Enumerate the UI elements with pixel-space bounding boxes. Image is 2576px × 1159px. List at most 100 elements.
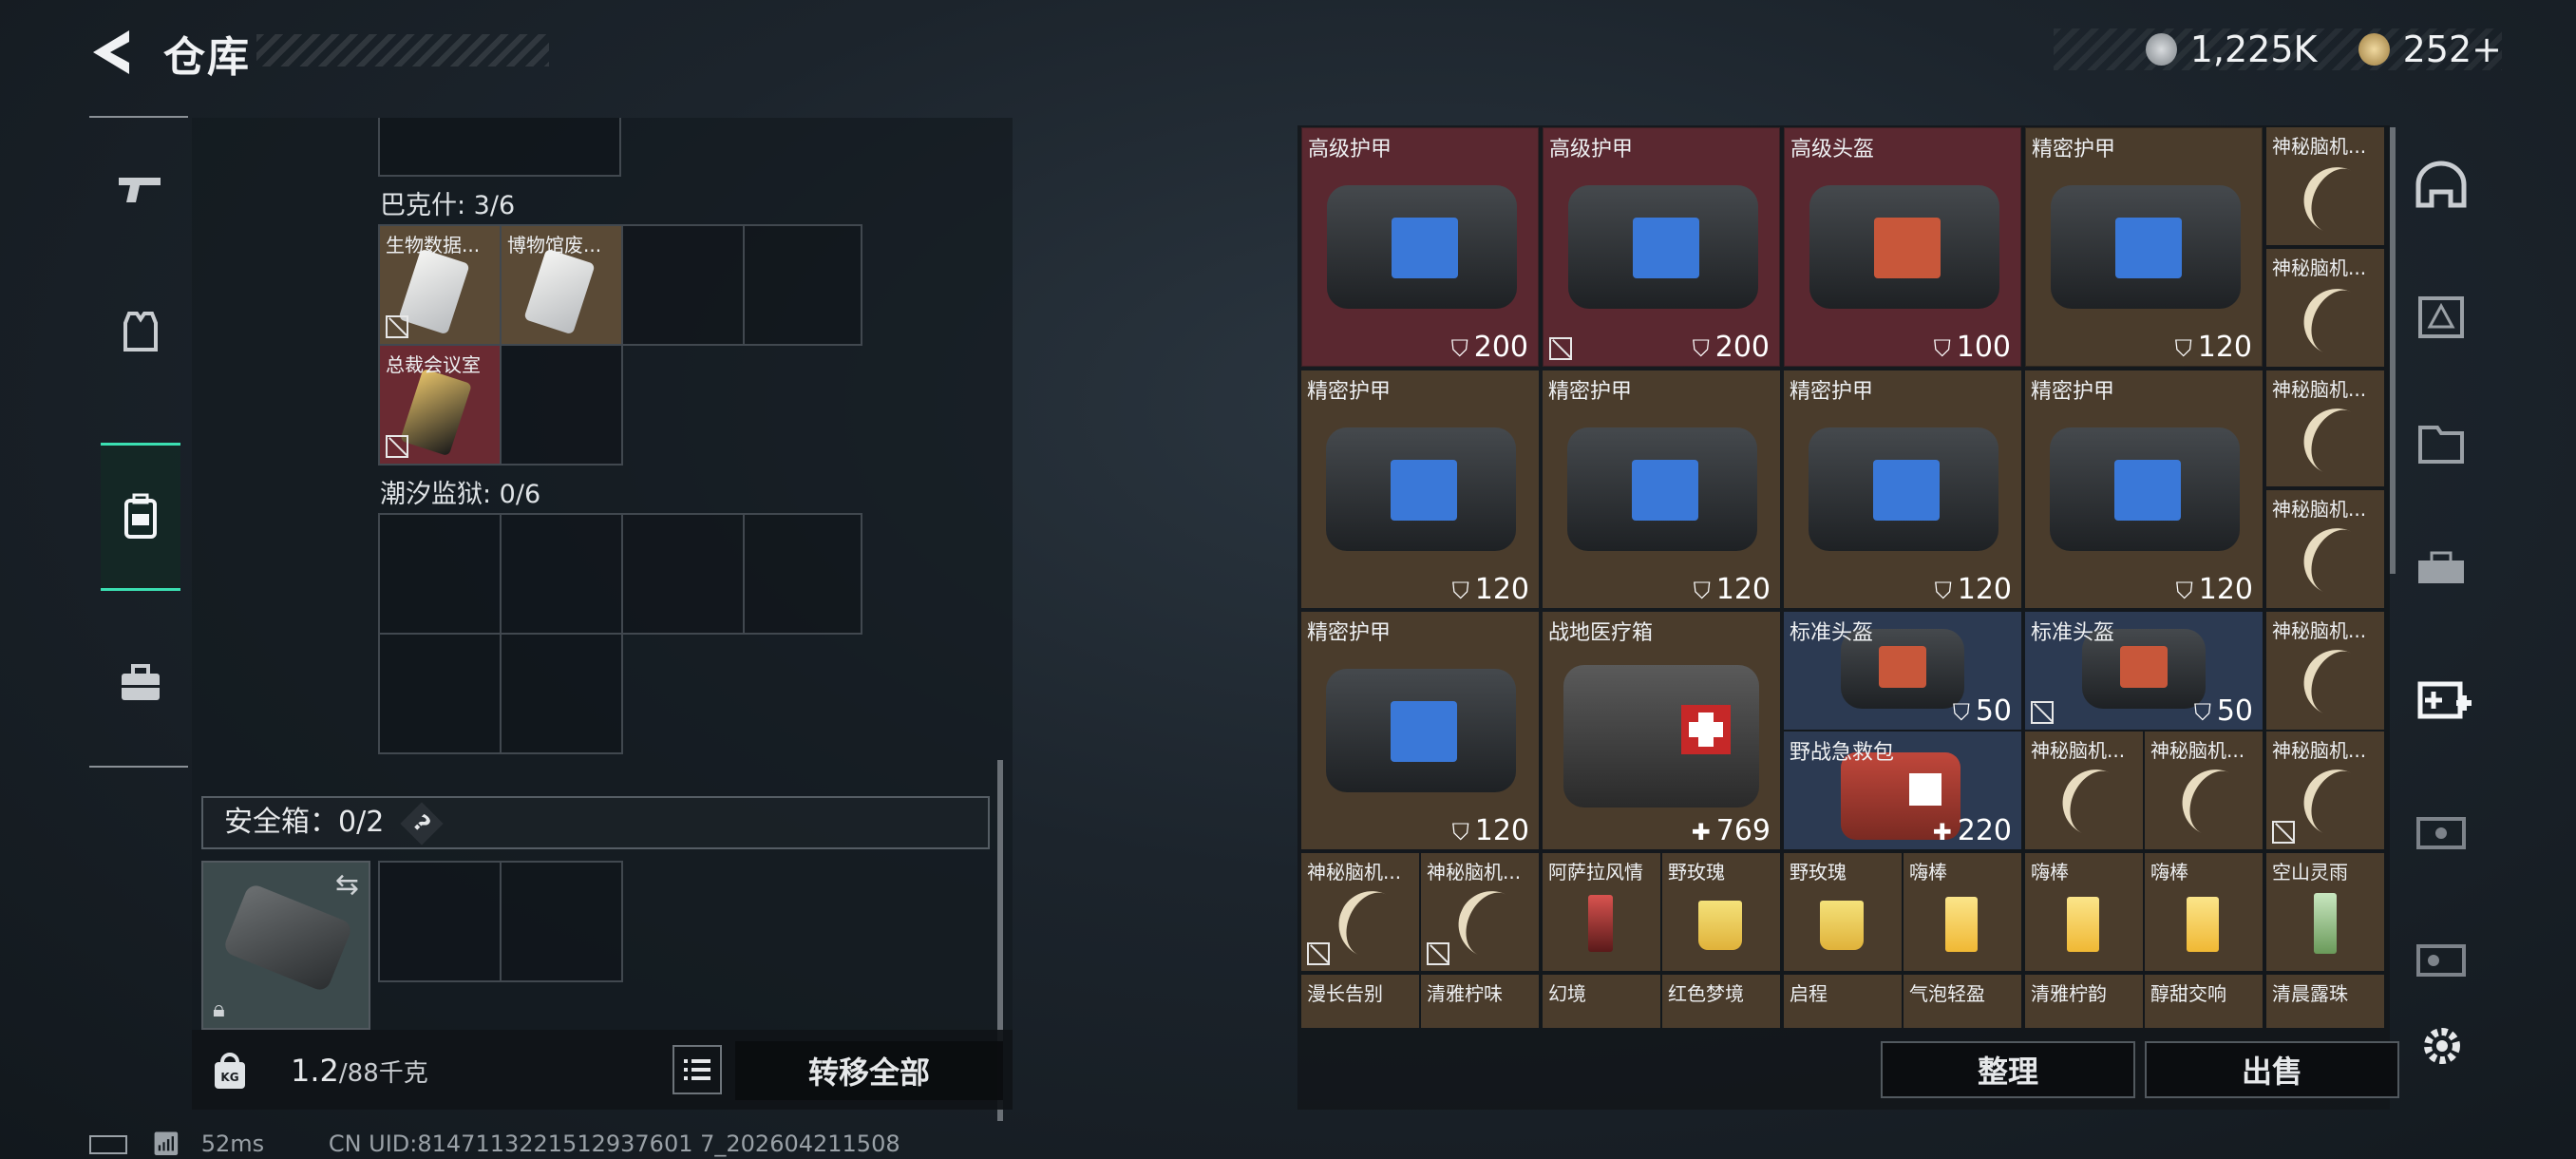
inventory-item[interactable]: 神秘脑机... xyxy=(2266,370,2384,486)
inventory-item[interactable]: 神秘脑机... xyxy=(1301,853,1419,971)
inventory-item[interactable]: 精密护甲 ⛉ 120 xyxy=(2025,370,2263,608)
inventory-item[interactable]: 生物数据... xyxy=(380,226,500,344)
status-bar: 📶︎ 52ms CN UID:8147113221512937601 7_202… xyxy=(89,1130,900,1157)
safebox-icon xyxy=(221,882,354,994)
sell-button[interactable]: 出售 xyxy=(2145,1041,2399,1098)
gold-coin-icon xyxy=(2358,33,2390,66)
help-icon[interactable]: ? xyxy=(400,802,444,846)
no-trade-icon xyxy=(1307,942,1330,965)
inventory-item[interactable]: 红色梦境 xyxy=(1662,975,1780,1028)
inventory-item[interactable]: 神秘脑机... xyxy=(2266,490,2384,608)
inventory-item[interactable]: 博物馆废... xyxy=(502,226,621,344)
tab-case[interactable] xyxy=(101,612,180,754)
inventory-item[interactable]: 神秘脑机... xyxy=(2266,732,2384,849)
inventory-item[interactable]: 标准头盔 ⛉ 50 xyxy=(1784,612,2021,730)
safebox-container[interactable]: ⇆ 🔒︎ xyxy=(201,861,370,1030)
inventory-item[interactable]: 清雅柠味 xyxy=(1421,975,1539,1028)
inventory-item[interactable]: 幻境 xyxy=(1543,975,1660,1028)
inventory-item[interactable]: 标准头盔 ⛉ 50 xyxy=(2025,612,2263,730)
inventory-item[interactable]: 神秘脑机... xyxy=(2145,732,2263,849)
medkit-icon xyxy=(2417,681,2472,719)
inventory-item[interactable]: 野玫瑰 xyxy=(1784,853,1902,971)
tab-weapons[interactable] xyxy=(101,118,180,260)
grid-cell[interactable] xyxy=(378,118,621,177)
item-name: 标准头盔 xyxy=(1790,621,1874,645)
back-arrow-icon[interactable] xyxy=(87,27,135,78)
tab-tier-4-folder[interactable] xyxy=(2413,414,2470,471)
gold-amount[interactable]: 252+ xyxy=(2403,28,2502,70)
no-trade-icon xyxy=(2031,701,2054,724)
item-name: 神秘脑机... xyxy=(2272,378,2367,401)
settings-button[interactable] xyxy=(2418,1022,2466,1070)
inventory-item[interactable]: 神秘脑机... xyxy=(1421,853,1539,971)
tab-tier-4-tickets[interactable] xyxy=(2413,804,2470,861)
tab-backpack[interactable] xyxy=(101,443,180,591)
durability-value: ⛉ 120 xyxy=(2174,331,2252,364)
grid-cell[interactable] xyxy=(500,344,623,466)
grid-cell[interactable] xyxy=(378,861,502,982)
tab-tier-4-medical[interactable] xyxy=(2413,669,2473,730)
grid-cell[interactable] xyxy=(378,633,502,754)
inventory-item[interactable]: 精密护甲 ⛉ 120 xyxy=(1301,612,1539,849)
inventory-item[interactable]: 嗨棒 xyxy=(1904,853,2021,971)
durability-value: ⛉ 50 xyxy=(1952,694,2012,728)
first-aid-kit-icon xyxy=(1563,665,1759,808)
inventory-item[interactable]: 高级护甲 ⛉ 200 xyxy=(1301,127,1539,367)
list-view-button[interactable] xyxy=(672,1045,722,1094)
grid-cell[interactable] xyxy=(621,513,745,635)
brain-chip-icon xyxy=(2052,758,2131,844)
no-trade-icon xyxy=(386,315,408,338)
inventory-item[interactable]: 精密护甲 ⛉ 120 xyxy=(1784,370,2021,608)
keycard-icon xyxy=(398,248,470,335)
inventory-item[interactable]: 清雅柠韵 xyxy=(2025,975,2143,1028)
inventory-item[interactable]: 精密护甲 ⛉ 120 xyxy=(1543,370,1780,608)
inventory-item[interactable]: 神秘脑机... xyxy=(2025,732,2143,849)
durability-value: ⛉ 120 xyxy=(2175,573,2253,606)
inventory-item[interactable]: 战地医疗箱 ✚ 769 xyxy=(1543,612,1780,849)
inventory-item[interactable]: 阿萨拉风情 xyxy=(1543,853,1660,971)
grid-cell[interactable] xyxy=(743,513,862,635)
inventory-item[interactable]: 醇甜交响 xyxy=(2145,975,2263,1028)
inventory-item[interactable]: 清晨露珠 xyxy=(2266,975,2384,1028)
helmet-icon xyxy=(2415,161,2467,208)
inventory-item[interactable]: 高级护甲 ⛉ 200 xyxy=(1543,127,1780,367)
inventory-item[interactable]: 神秘脑机... xyxy=(2266,249,2384,367)
inventory-item[interactable]: 总裁会议室 xyxy=(380,346,500,464)
inventory-item[interactable]: 精密护甲 ⛉ 120 xyxy=(2025,127,2263,367)
tab-tier-3-tools[interactable] xyxy=(2413,542,2470,598)
tab-tier-4-keys[interactable] xyxy=(2413,931,2470,988)
inventory-item[interactable]: 启程 xyxy=(1784,975,1902,1028)
item-name: 总裁会议室 xyxy=(386,353,481,376)
inventory-item[interactable]: 嗨棒 xyxy=(2025,853,2143,971)
keycard-icon xyxy=(523,248,596,335)
sort-button[interactable]: 整理 xyxy=(1881,1041,2135,1098)
swap-icon[interactable]: ⇆ xyxy=(335,868,359,902)
grid-cell[interactable] xyxy=(500,513,623,635)
cocktail-icon xyxy=(2187,897,2219,952)
inventory-item[interactable]: 气泡轻盈 xyxy=(1904,975,2021,1028)
heal-value: ✚ 769 xyxy=(1691,814,1771,847)
inventory-item[interactable]: 高级头盔 ⛉ 100 xyxy=(1784,127,2021,367)
grid-cell[interactable] xyxy=(621,224,745,346)
grid-cell[interactable] xyxy=(500,633,623,754)
grid-cell[interactable] xyxy=(500,861,623,982)
durability-value: ⛉ 120 xyxy=(1693,573,1771,606)
folder-icon xyxy=(2418,426,2464,464)
inventory-item[interactable]: 神秘脑机... xyxy=(2266,612,2384,730)
tier-3-bag-icon xyxy=(2418,296,2464,338)
brain-chip-icon xyxy=(2293,156,2373,241)
inventory-item[interactable]: 神秘脑机... xyxy=(2266,127,2384,245)
inventory-item[interactable]: 漫长告别 xyxy=(1301,975,1419,1028)
tab-tier-3-gear[interactable] xyxy=(2413,287,2470,344)
transfer-all-button[interactable]: 转移全部 xyxy=(735,1041,1003,1100)
grid-cell[interactable] xyxy=(378,513,502,635)
inventory-item[interactable]: 精密护甲 ⛉ 120 xyxy=(1301,370,1539,608)
inventory-item[interactable]: 嗨棒 xyxy=(2145,853,2263,971)
brain-chip-icon xyxy=(1448,880,1527,965)
tab-armor[interactable] xyxy=(101,260,180,403)
inventory-item[interactable]: 野战急救包 ✚ 220 xyxy=(1784,732,2021,849)
inventory-item[interactable]: 野玫瑰 xyxy=(1662,853,1780,971)
grid-cell[interactable] xyxy=(743,224,862,346)
inventory-item[interactable]: 空山灵雨 xyxy=(2266,853,2384,971)
tab-all[interactable] xyxy=(2413,158,2470,215)
